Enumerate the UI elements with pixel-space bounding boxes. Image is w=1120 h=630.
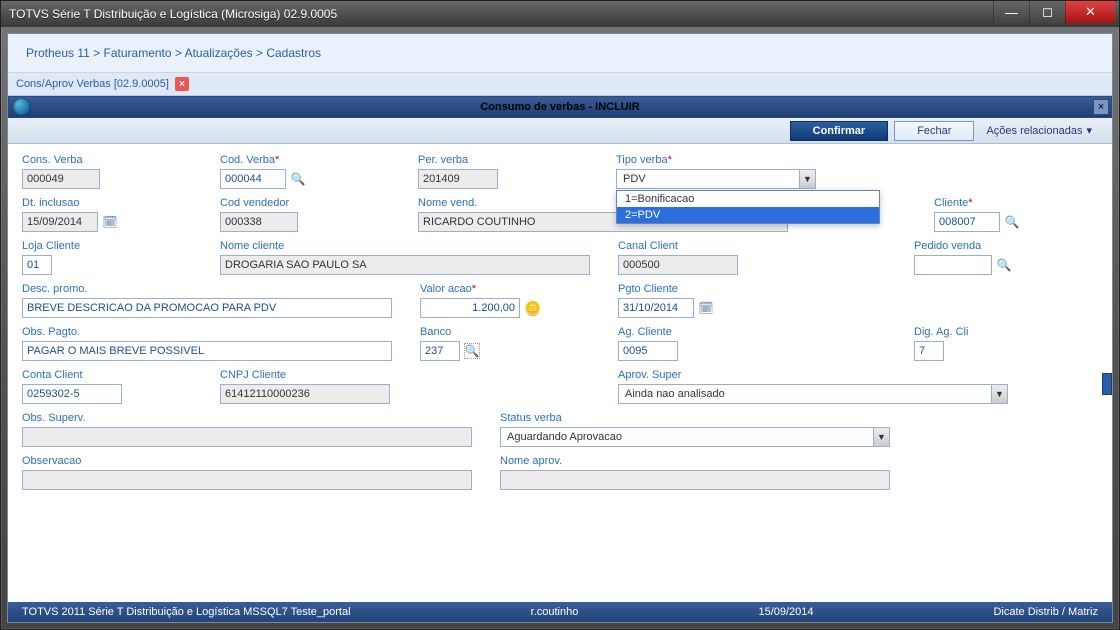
label-obs-pagto: Obs. Pagto. <box>22 326 402 338</box>
maximize-button[interactable]: ◻ <box>1029 1 1065 23</box>
label-status-verba: Status verba <box>500 412 1098 424</box>
label-valor-acao: Valor acao* <box>420 283 600 295</box>
window-title: TOTVS Série T Distribuição e Logística (… <box>9 7 1111 21</box>
input-cons-verba <box>22 169 100 189</box>
input-pgto-cliente[interactable] <box>618 298 694 318</box>
combo-status-verba[interactable]: Aguardando Aprovacao ▼ <box>500 427 890 447</box>
breadcrumb-item[interactable]: Protheus 11 <box>26 46 90 60</box>
label-pedido-venda: Pedido venda <box>914 240 1054 252</box>
label-tipo-verba: Tipo verba* <box>616 154 1098 166</box>
app-body: Protheus 11 > Faturamento > Atualizações… <box>7 33 1113 623</box>
chevron-down-icon[interactable]: ▼ <box>799 170 815 188</box>
search-icon[interactable]: 🔍 <box>996 257 1012 273</box>
search-icon[interactable]: 🔍 <box>464 343 480 359</box>
related-actions-dropdown[interactable]: Ações relacionadas ▾ <box>980 124 1098 137</box>
side-collapse-handle[interactable] <box>1102 373 1112 395</box>
label-banco: Banco <box>420 326 600 338</box>
label-per-verba: Per. verba <box>418 154 598 166</box>
label-observacao: Observacao <box>22 455 482 467</box>
input-cod-vendedor <box>220 212 298 232</box>
label-nome-aprov: Nome aprov. <box>500 455 1098 467</box>
tab-close-icon[interactable]: × <box>175 77 189 91</box>
breadcrumb: Protheus 11 > Faturamento > Atualizações… <box>8 34 1112 73</box>
label-cliente: Cliente* <box>934 197 1054 209</box>
chevron-down-icon[interactable]: ▼ <box>991 385 1007 403</box>
status-product: TOTVS 2011 Série T Distribuição e Logíst… <box>16 606 357 618</box>
label-cod-vendedor: Cod vendedor <box>220 197 400 209</box>
combo-tipo-verba-value: PDV <box>617 173 652 185</box>
breadcrumb-item[interactable]: Atualizações <box>185 46 253 60</box>
input-valor-acao[interactable] <box>420 298 520 318</box>
input-dig-ag-cli[interactable] <box>914 341 944 361</box>
input-obs-pagto[interactable] <box>22 341 392 361</box>
label-nome-cliente: Nome cliente <box>220 240 600 252</box>
subwindow-title: Consumo de verbas - INCLUIR <box>9 101 1111 113</box>
input-ag-cliente[interactable] <box>618 341 678 361</box>
input-obs-superv <box>22 427 472 447</box>
input-cliente[interactable] <box>934 212 1000 232</box>
dropdown-option[interactable]: 1=Bonificacao <box>617 191 879 207</box>
dropdown-tipo-verba[interactable]: 1=Bonificacao 2=PDV <box>616 190 880 224</box>
input-banco[interactable] <box>420 341 460 361</box>
search-icon[interactable]: 🔍 <box>290 171 306 187</box>
confirm-button[interactable]: Confirmar <box>790 121 889 141</box>
label-cnpj-cliente: CNPJ Cliente <box>220 369 600 381</box>
input-dt-inclusao <box>22 212 98 232</box>
app-window: TOTVS Série T Distribuição e Logística (… <box>0 0 1120 630</box>
input-nome-cliente <box>220 255 590 275</box>
breadcrumb-item[interactable]: Faturamento <box>104 46 172 60</box>
combo-aprov-super[interactable]: Ainda nao analisado ▼ <box>618 384 1008 404</box>
tab-row: Cons/Aprov Verbas [02.9.0005] × <box>8 73 1112 96</box>
status-bar: TOTVS 2011 Série T Distribuição e Logíst… <box>8 602 1112 622</box>
input-cnpj-cliente <box>220 384 390 404</box>
chevron-down-icon[interactable]: ▼ <box>873 428 889 446</box>
input-pedido-venda[interactable] <box>914 255 992 275</box>
minimize-button[interactable]: — <box>993 1 1029 23</box>
input-conta-client[interactable] <box>22 384 122 404</box>
input-nome-aprov <box>500 470 890 490</box>
input-canal-client <box>618 255 738 275</box>
label-conta-client: Conta Client <box>22 369 202 381</box>
label-aprov-super: Aprov. Super <box>618 369 1098 381</box>
window-controls: — ◻ ✕ <box>993 1 1115 23</box>
titlebar: TOTVS Série T Distribuição e Logística (… <box>1 1 1119 27</box>
calendar-icon[interactable]: 🗓 <box>102 214 118 230</box>
input-desc-promo[interactable] <box>22 298 392 318</box>
label-obs-superv: Obs. Superv. <box>22 412 482 424</box>
combo-tipo-verba[interactable]: PDV ▼ <box>616 169 816 189</box>
subwindow-titlebar: Consumo de verbas - INCLUIR × <box>8 96 1112 118</box>
form-area: Cons. Verba Cod. Verba* 🔍 Per. verba Tip… <box>8 144 1112 602</box>
status-date: 15/09/2014 <box>752 606 819 618</box>
input-per-verba <box>418 169 498 189</box>
label-pgto-cliente: Pgto Cliente <box>618 283 798 295</box>
label-loja-cliente: Loja Cliente <box>22 240 202 252</box>
combo-aprov-super-value: Ainda nao analisado <box>619 388 731 400</box>
money-icon[interactable]: 🪙 <box>524 300 542 316</box>
label-cons-verba: Cons. Verba <box>22 154 202 166</box>
input-loja-cliente[interactable] <box>22 255 52 275</box>
related-actions-label: Ações relacionadas <box>986 125 1082 137</box>
chevron-down-icon: ▾ <box>1086 124 1092 137</box>
status-branch: Dicate Distrib / Matriz <box>987 606 1104 618</box>
label-ag-cliente: Ag. Cliente <box>618 326 798 338</box>
action-bar: Confirmar Fechar Ações relacionadas ▾ <box>8 118 1112 144</box>
close-form-button[interactable]: Fechar <box>894 121 974 141</box>
combo-status-verba-value: Aguardando Aprovacao <box>501 431 628 443</box>
close-button[interactable]: ✕ <box>1065 1 1115 23</box>
label-canal-client: Canal Client <box>618 240 798 252</box>
tab-label[interactable]: Cons/Aprov Verbas [02.9.0005] <box>16 78 169 90</box>
label-dt-inclusao: Dt. inclusao <box>22 197 202 209</box>
search-icon[interactable]: 🔍 <box>1004 214 1020 230</box>
label-desc-promo: Desc. promo. <box>22 283 402 295</box>
label-dig-ag-cli: Dig. Ag. Cli <box>914 326 994 338</box>
subwindow-close-button[interactable]: × <box>1093 99 1109 115</box>
label-cod-verba: Cod. Verba* <box>220 154 400 166</box>
input-observacao <box>22 470 472 490</box>
status-user: r.coutinho <box>525 606 585 618</box>
breadcrumb-item[interactable]: Cadastros <box>266 46 321 60</box>
dropdown-option-selected[interactable]: 2=PDV <box>617 207 879 223</box>
calendar-icon[interactable]: 🗓 <box>698 300 714 316</box>
input-cod-verba[interactable] <box>220 169 286 189</box>
